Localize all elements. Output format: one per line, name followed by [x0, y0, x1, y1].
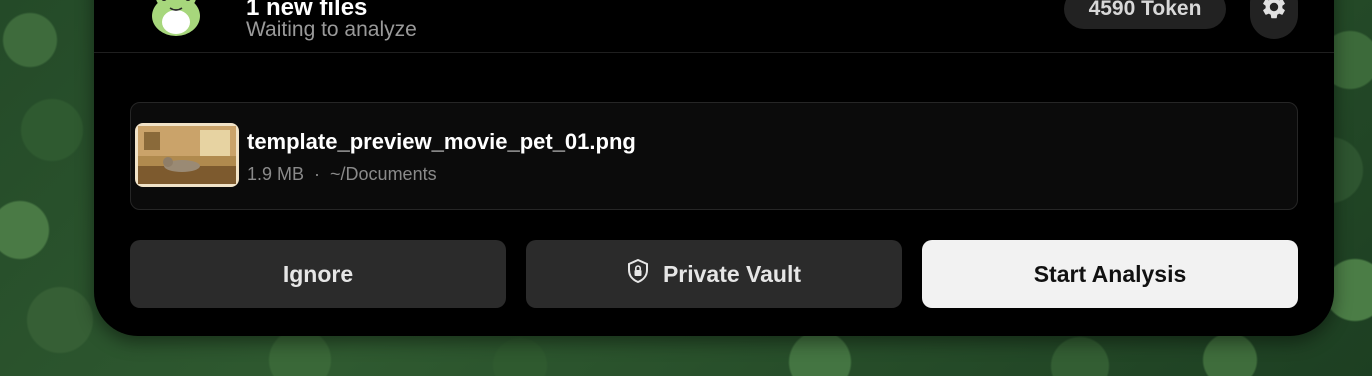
- panel-header: 1 new files Waiting to analyze 4590 Toke…: [94, 0, 1334, 53]
- file-analysis-panel: 1 new files Waiting to analyze 4590 Toke…: [94, 0, 1334, 336]
- ignore-button-label: Ignore: [282, 260, 354, 287]
- file-size: 1.9 MB: [247, 164, 305, 184]
- file-name: template_preview_movie_pet_01.png: [247, 129, 636, 154]
- status-subtitle: Waiting to analyze: [246, 18, 417, 41]
- settings-button[interactable]: [1250, 0, 1298, 39]
- token-badge: 4590 Token: [1064, 0, 1226, 29]
- file-thumbnail: [135, 123, 239, 187]
- file-meta: 1.9 MB · ~/Documents: [247, 164, 437, 185]
- start-analysis-button[interactable]: Start Analysis: [922, 240, 1298, 308]
- file-location: ~/Documents: [330, 164, 437, 184]
- meta-separator: ·: [314, 164, 321, 184]
- gear-icon: [1260, 0, 1288, 26]
- ignore-button[interactable]: Ignore: [130, 240, 506, 308]
- file-card[interactable]: template_preview_movie_pet_01.png 1.9 MB…: [130, 102, 1298, 210]
- start-analysis-button-label: Start Analysis: [1033, 260, 1187, 287]
- private-vault-button-label: Private Vault: [662, 260, 802, 287]
- private-vault-button[interactable]: Private Vault: [526, 240, 902, 308]
- shield-lock-icon: [627, 258, 649, 289]
- frog-icon: [148, 0, 204, 40]
